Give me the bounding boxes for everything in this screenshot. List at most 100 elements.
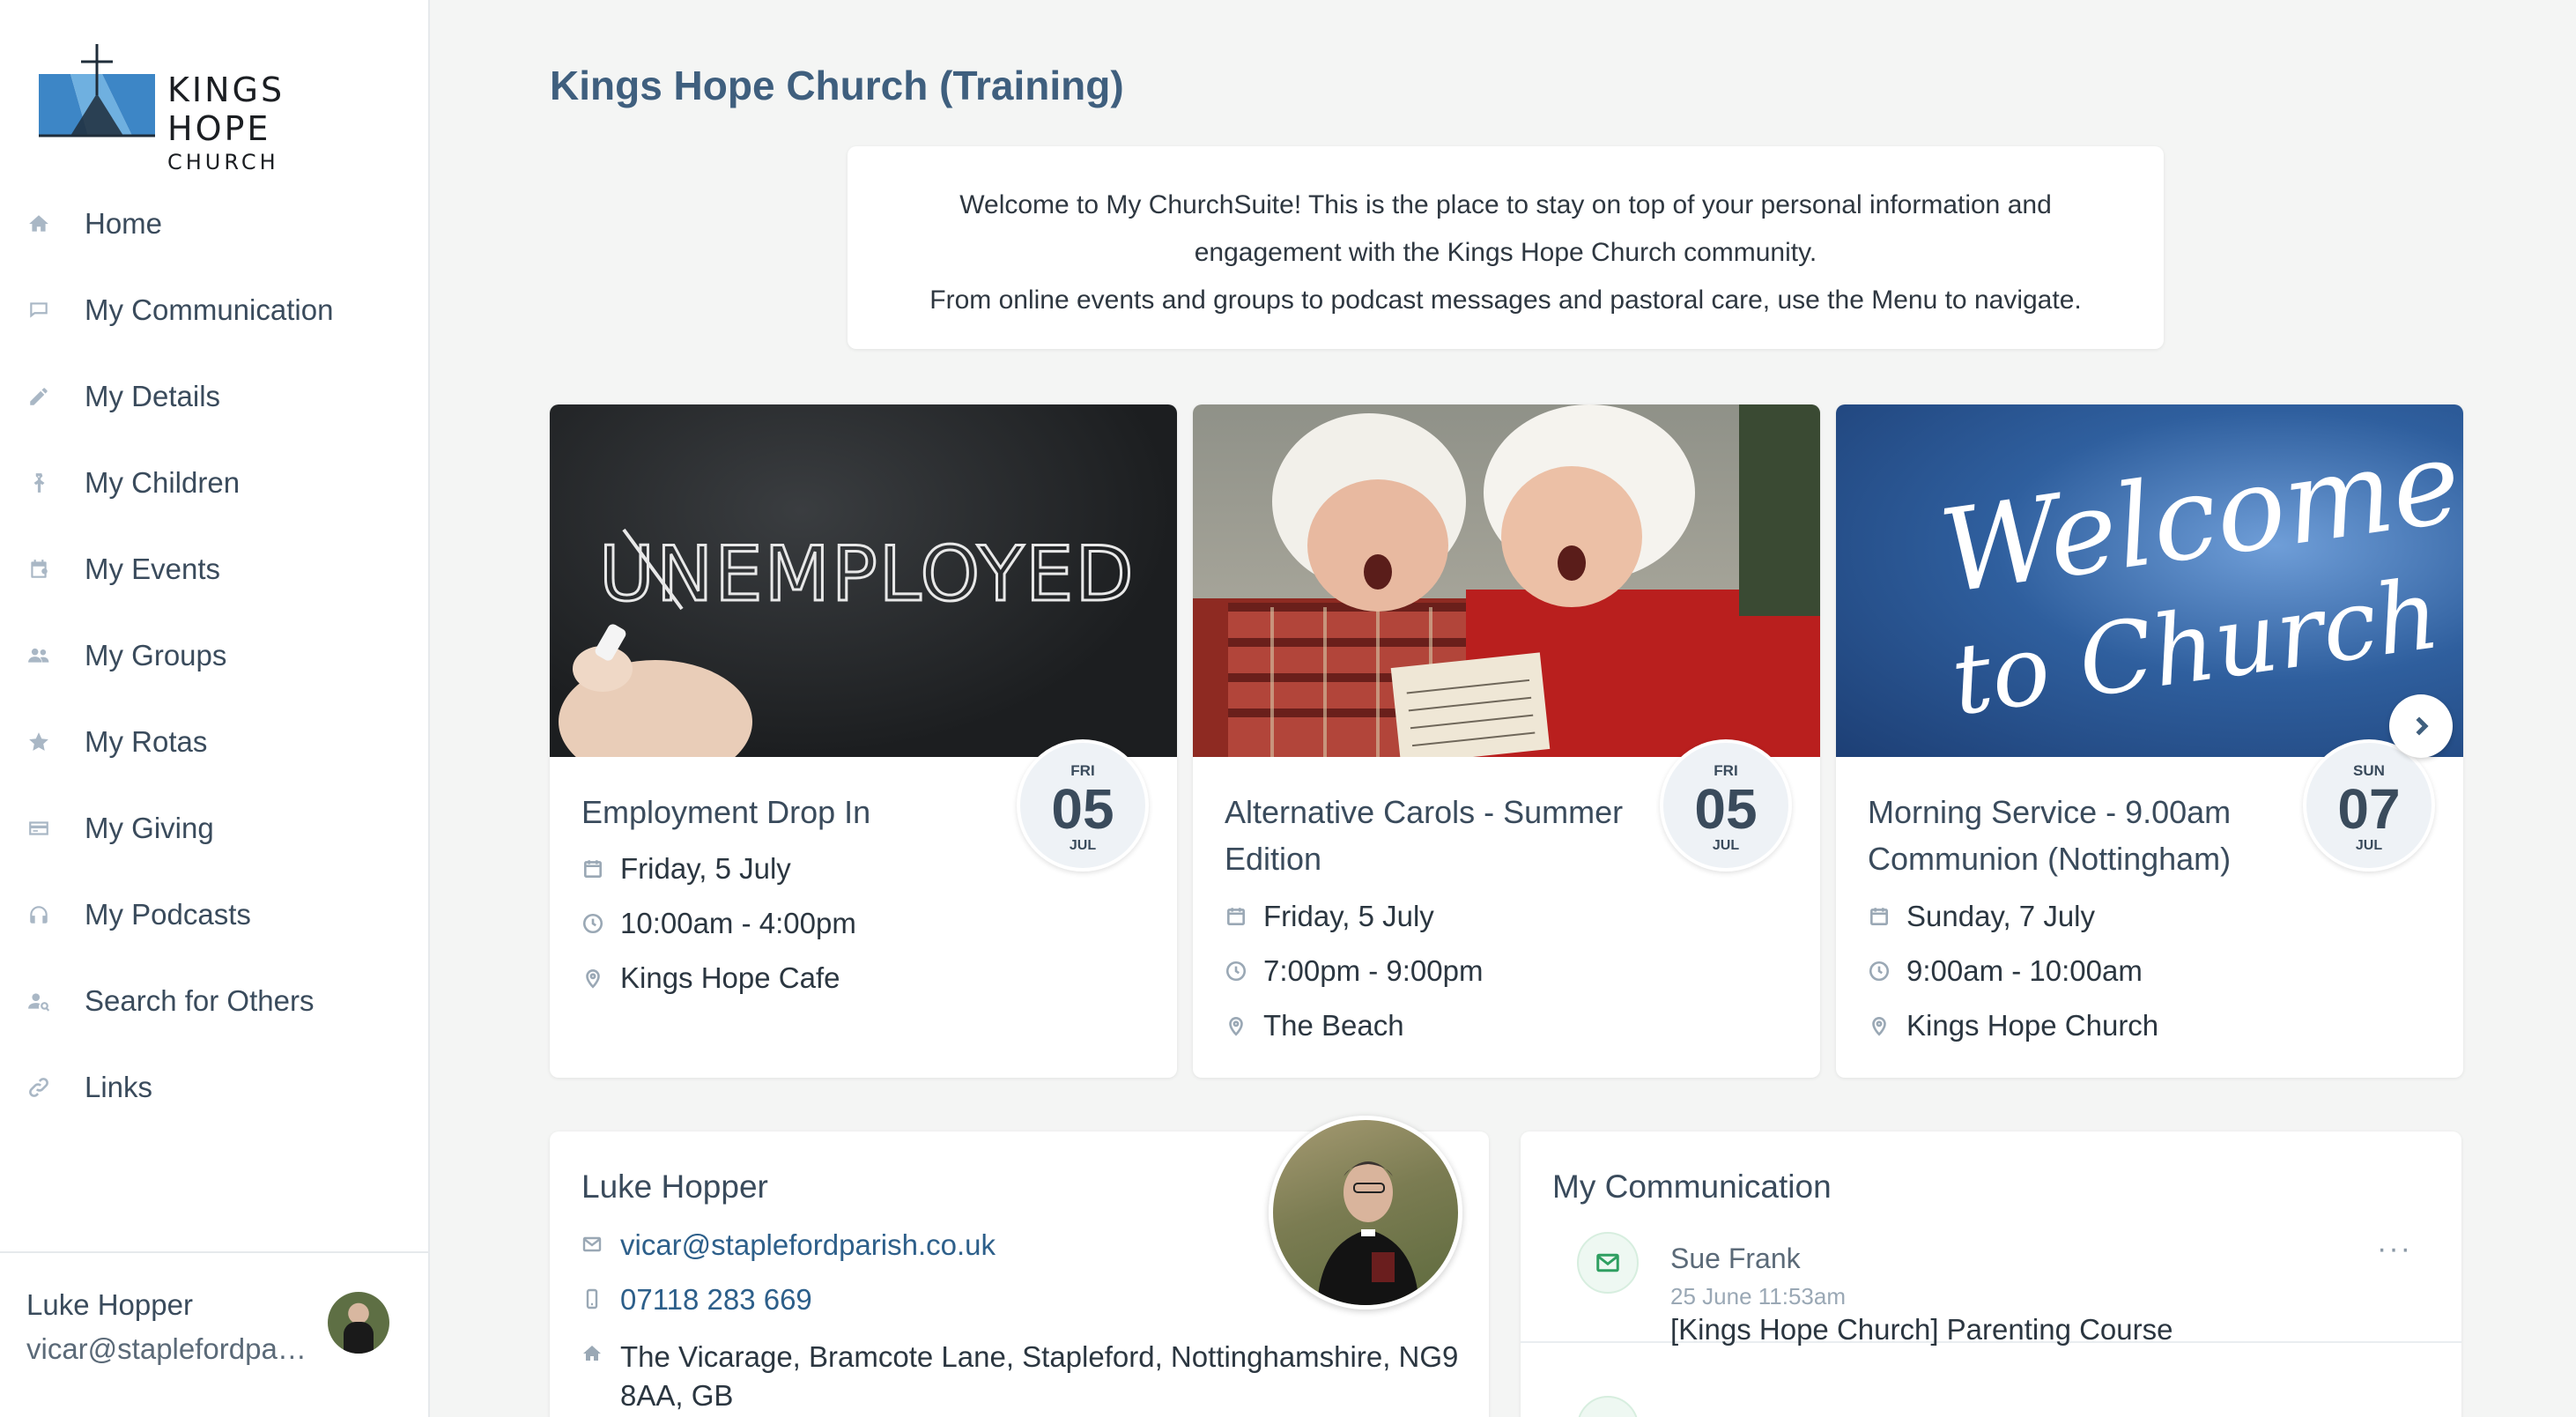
event-location-text: The Beach [1263, 1009, 1404, 1042]
profile-email-link[interactable]: vicar@staplefordparish.co.uk [620, 1228, 996, 1262]
child-icon [26, 471, 51, 495]
event-location-text: Kings Hope Cafe [620, 961, 840, 994]
profile-phone-row: 07118 283 669 [581, 1283, 812, 1317]
clock-icon [582, 913, 603, 934]
message-status [1577, 1232, 1639, 1294]
sidebar-item-label: My Giving [85, 812, 214, 844]
badge-day: 07 [2337, 777, 2401, 841]
profile-address: The Vicarage, Bramcote Lane, Stapleford,… [620, 1338, 1458, 1415]
carousel-next-button[interactable] [2389, 694, 2453, 758]
event-location: The Beach [1225, 1009, 1788, 1042]
message-status [1577, 1396, 1639, 1417]
event-date-badge: FRI 05 JUL [1660, 739, 1792, 872]
event-image: UNEMPLOYED [550, 404, 1177, 757]
event-date-text: Sunday, 7 July [1906, 900, 2096, 932]
church-logo[interactable]: KINGS HOPE CHURCH [35, 42, 396, 174]
user-name: Luke Hopper [26, 1288, 193, 1321]
communication-title[interactable]: My Communication [1552, 1168, 1832, 1206]
chat-icon [26, 298, 51, 323]
sidebar-item-label: My Details [85, 380, 221, 412]
clock-icon [1225, 961, 1247, 982]
event-title: Employment Drop In [581, 794, 871, 830]
pencil-icon [26, 384, 51, 409]
badge-month: JUL [2355, 838, 2383, 853]
event-time-text: 9:00am - 10:00am [1906, 954, 2143, 987]
clock-icon [1869, 961, 1890, 982]
event-time: 10:00am - 4:00pm [581, 907, 1145, 940]
location-pin-icon [1872, 1017, 1886, 1036]
sidebar-item-my-groups[interactable]: My Groups [0, 612, 430, 699]
sidebar-item-label: My Podcasts [85, 898, 251, 931]
profile-phone-link[interactable]: 07118 283 669 [620, 1283, 812, 1317]
sidebar-item-label: My Children [85, 466, 241, 499]
event-date-text: Friday, 5 July [1263, 900, 1434, 932]
event-location: Kings Hope Church [1868, 1009, 2432, 1042]
chevron-right-icon [2416, 716, 2429, 736]
home-icon [583, 1346, 601, 1361]
sidebar-item-label: Search for Others [85, 984, 315, 1017]
sidebar-item-my-events[interactable]: My Events [0, 526, 430, 612]
sidebar-item-label: Links [85, 1071, 153, 1103]
calendar-icon [1227, 908, 1245, 925]
sidebar-item-label: My Rotas [85, 725, 208, 758]
event-date-badge: FRI 05 JUL [1017, 739, 1149, 872]
event-time-text: 7:00pm - 9:00pm [1263, 954, 1484, 987]
sidebar-item-my-podcasts[interactable]: My Podcasts [0, 872, 430, 958]
location-pin-icon [586, 969, 600, 989]
address-line: 8AA, GB [620, 1379, 734, 1412]
phone-icon [586, 1288, 598, 1309]
headphones-icon [26, 902, 51, 927]
event-date: Sunday, 7 July [1868, 900, 2432, 933]
event-date: Friday, 5 July [1225, 900, 1788, 933]
people-search-icon [26, 989, 51, 1013]
badge-day: 05 [1051, 777, 1114, 841]
sidebar-item-home[interactable]: Home [0, 181, 430, 267]
group-icon [26, 643, 51, 668]
badge-month: JUL [1069, 838, 1097, 853]
event-date-text: Friday, 5 July [620, 852, 791, 885]
calendar-icon [1870, 908, 1888, 925]
sidebar-item-label: My Communication [85, 293, 334, 326]
sidebar-item-links[interactable]: Links [0, 1044, 430, 1131]
page-title: Kings Hope Church (Training) [550, 63, 1124, 108]
profile-address-row: The Vicarage, Bramcote Lane, Stapleford,… [581, 1338, 1462, 1415]
welcome-line: Welcome to My ChurchSuite! This is the p… [959, 190, 2052, 219]
sidebar-item-label: Home [85, 207, 163, 240]
event-location: Kings Hope Cafe [581, 961, 1145, 995]
communication-card: My Communication Sue Frank 25 June 11:53… [1521, 1131, 2461, 1417]
message-subject: [Kings Hope Church] Parenting Course [1670, 1313, 2173, 1346]
link-icon [26, 1075, 51, 1100]
event-title: Alternative Carols - Summer Edition [1225, 794, 1624, 877]
star-icon [26, 730, 51, 754]
sidebar-item-my-communication[interactable]: My Communication [0, 267, 430, 353]
event-time-text: 10:00am - 4:00pm [620, 907, 856, 939]
list-item[interactable]: Sue Frank 25 June 11:53am [Kings Hope Ch… [1521, 1220, 2461, 1346]
badge-day: 05 [1694, 777, 1758, 841]
avatar[interactable] [328, 1292, 389, 1354]
sidebar-item-my-children[interactable]: My Children [0, 440, 430, 526]
sidebar-item-label: My Groups [85, 639, 227, 671]
user-email: vicar@staplefordpar... [26, 1332, 308, 1365]
logo-mark-icon [39, 44, 155, 137]
sidebar-item-search-for-others[interactable]: Search for Others [0, 958, 430, 1044]
logo-name: KINGS HOPE [167, 70, 285, 148]
calendar-icon [26, 557, 51, 582]
more-options-button[interactable]: ··· [2377, 1232, 2412, 1266]
sidebar-nav: Home My Communication My Details My Chil… [0, 181, 430, 1131]
sidebar-item-my-details[interactable]: My Details [0, 353, 430, 440]
sidebar-item-my-giving[interactable]: My Giving [0, 785, 430, 872]
welcome-line: From online events and groups to podcast… [929, 286, 2082, 315]
location-pin-icon [1229, 1017, 1243, 1036]
profile-email-row: vicar@staplefordparish.co.uk [581, 1228, 996, 1262]
event-image [1193, 404, 1820, 757]
sidebar-user-footer[interactable]: Luke Hopper vicar@staplefordpar... [0, 1251, 430, 1417]
avatar[interactable] [1269, 1116, 1462, 1309]
calendar-icon [584, 860, 602, 878]
badge-month: JUL [1712, 838, 1740, 853]
profile-name: Luke Hopper [581, 1168, 768, 1205]
sidebar-item-my-rotas[interactable]: My Rotas [0, 699, 430, 785]
logo-subname: CHURCH [167, 150, 279, 174]
event-time: 9:00am - 10:00am [1868, 954, 2432, 988]
address-line: The Vicarage, Bramcote Lane, Stapleford,… [620, 1340, 1459, 1373]
event-title: Morning Service - 9.00am Communion (Nott… [1868, 794, 2232, 877]
